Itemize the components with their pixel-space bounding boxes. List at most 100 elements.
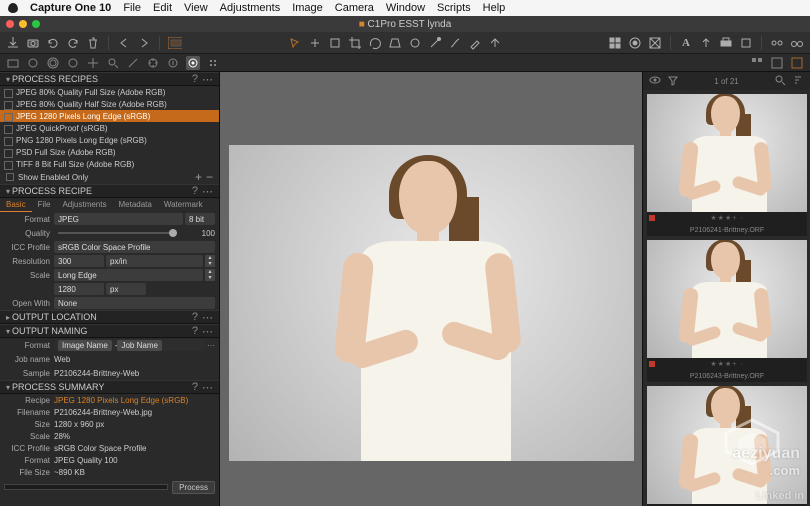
capture-tab-icon[interactable] xyxy=(26,56,40,70)
browser-filter-icon[interactable] xyxy=(667,74,679,88)
recipe-item[interactable]: JPEG QuickProof (sRGB) xyxy=(0,122,219,134)
bitdepth-select[interactable]: 8 bit xyxy=(185,213,215,225)
app-name[interactable]: Capture One 10 xyxy=(30,2,111,14)
recipe-item[interactable]: JPEG 80% Quality Half Size (Adobe RGB) xyxy=(0,98,219,110)
import-icon[interactable] xyxy=(6,36,20,50)
naming-format-field[interactable]: Image Name-Job Name xyxy=(54,339,205,351)
viewer-mode2-icon[interactable] xyxy=(770,56,784,70)
details-tab-icon[interactable] xyxy=(106,56,120,70)
quality-value[interactable]: 100 xyxy=(185,229,215,238)
tab-metadata[interactable]: Metadata xyxy=(112,198,157,212)
menu-file[interactable]: File xyxy=(123,2,141,14)
menu-help[interactable]: Help xyxy=(483,2,506,14)
keystone-tool-icon[interactable] xyxy=(388,36,402,50)
brush-tool-icon[interactable] xyxy=(448,36,462,50)
redo-icon[interactable] xyxy=(137,36,151,50)
menu-window[interactable]: Window xyxy=(386,2,425,14)
browser-search-icon[interactable] xyxy=(774,74,786,88)
loupe-tool-icon[interactable] xyxy=(328,36,342,50)
recipe-help-icon[interactable]: ? xyxy=(192,185,198,197)
apple-icon[interactable] xyxy=(8,3,18,13)
copy-adjust-icon[interactable] xyxy=(488,36,502,50)
grid-view-icon[interactable] xyxy=(608,36,622,50)
proof-view-icon[interactable] xyxy=(648,36,662,50)
batch-tab-icon[interactable] xyxy=(206,56,220,70)
window-controls[interactable] xyxy=(6,20,40,28)
resolution-unit-select[interactable]: px/in xyxy=(106,255,203,267)
browser-eye-icon[interactable] xyxy=(649,74,661,88)
scale-mode-select[interactable]: Long Edge xyxy=(54,269,203,281)
process-recipe-header[interactable]: ▾PROCESS RECIPE?⋯ xyxy=(0,184,219,198)
remove-recipe-icon[interactable]: − xyxy=(206,170,213,184)
glasses-icon[interactable] xyxy=(790,36,804,50)
resolution-stepper[interactable]: ▴▾ xyxy=(205,255,215,267)
scale-stepper[interactable]: ▴▾ xyxy=(205,269,215,281)
library-tab-icon[interactable] xyxy=(6,56,20,70)
thumb-flag-icon[interactable] xyxy=(649,215,655,221)
eyedropper-tool-icon[interactable] xyxy=(468,36,482,50)
format-select[interactable]: JPEG xyxy=(54,213,183,225)
export-icon[interactable] xyxy=(699,36,713,50)
process-button[interactable]: Process xyxy=(172,481,215,494)
quality-slider[interactable] xyxy=(58,232,177,234)
openwith-select[interactable]: None xyxy=(54,297,215,309)
reset-all-icon[interactable] xyxy=(66,36,80,50)
pan-tool-icon[interactable] xyxy=(308,36,322,50)
tab-basic[interactable]: Basic xyxy=(0,198,32,212)
output-naming-header[interactable]: ▾OUTPUT NAMING?⋯ xyxy=(0,324,219,338)
thumbnail-list[interactable]: ★★★+ · P2106241-Brittney.ORF ★★★+ · P210… xyxy=(643,90,810,506)
naming-browse-icon[interactable]: ⋯ xyxy=(207,341,215,350)
recipe-item[interactable]: JPEG 80% Quality Full Size (Adobe RGB) xyxy=(0,86,219,98)
tab-file[interactable]: File xyxy=(32,198,57,212)
tab-adjustments[interactable]: Adjustments xyxy=(56,198,112,212)
reset-icon[interactable] xyxy=(46,36,60,50)
menu-scripts[interactable]: Scripts xyxy=(437,2,471,14)
trash-icon[interactable] xyxy=(86,36,100,50)
minimize-icon[interactable] xyxy=(19,20,27,28)
menu-camera[interactable]: Camera xyxy=(335,2,374,14)
scale-value-input[interactable]: 1280 xyxy=(54,283,104,295)
close-icon[interactable] xyxy=(6,20,14,28)
process-recipes-header[interactable]: ▾PROCESS RECIPES?⋯ xyxy=(0,72,219,86)
output-location-header[interactable]: ▸OUTPUT LOCATION?⋯ xyxy=(0,310,219,324)
thumbnail[interactable]: ★★★+ · P2106241-Brittney.ORF xyxy=(647,94,807,236)
icc-select[interactable]: sRGB Color Space Profile xyxy=(54,241,215,253)
edit-with-icon[interactable] xyxy=(739,36,753,50)
exposure-tab-icon[interactable] xyxy=(86,56,100,70)
thumbnail[interactable]: ★★★+ · P2106243-Brittney.ORF xyxy=(647,240,807,382)
thumbnail-selected[interactable]: ★★★+ · P2106244-Brittney.ORF xyxy=(647,386,807,506)
menu-view[interactable]: View xyxy=(184,2,208,14)
mac-menubar[interactable]: Capture One 10 File Edit View Adjustment… xyxy=(0,0,810,16)
cursor-tool-icon[interactable] xyxy=(288,36,302,50)
viewer-mode3-icon[interactable] xyxy=(790,56,804,70)
local-adjust-icon[interactable] xyxy=(428,36,442,50)
adjustments-tab-icon[interactable] xyxy=(146,56,160,70)
zoom-icon[interactable] xyxy=(32,20,40,28)
viewer-mode1-icon[interactable] xyxy=(750,56,764,70)
recipe-item[interactable]: PSD Full Size (Adobe RGB) xyxy=(0,146,219,158)
workspace-icon[interactable] xyxy=(168,36,182,50)
process-summary-header[interactable]: ▾PROCESS SUMMARY?⋯ xyxy=(0,380,219,394)
recipes-help-icon[interactable]: ? xyxy=(192,73,198,85)
crop-tool-icon[interactable] xyxy=(348,36,362,50)
metadata-tab-icon[interactable] xyxy=(166,56,180,70)
thumb-flag-icon[interactable] xyxy=(649,361,655,367)
recipe-item-selected[interactable]: JPEG 1280 Pixels Long Edge (sRGB) xyxy=(0,110,219,122)
jobname-value[interactable]: Web xyxy=(54,355,70,364)
mask-view-icon[interactable] xyxy=(628,36,642,50)
slideshow-icon[interactable] xyxy=(770,36,784,50)
lens-tab-icon[interactable] xyxy=(46,56,60,70)
recipe-item[interactable]: TIFF 8 Bit Full Size (Adobe RGB) xyxy=(0,158,219,170)
menu-edit[interactable]: Edit xyxy=(153,2,172,14)
color-tab-icon[interactable] xyxy=(66,56,80,70)
thumb-rating[interactable]: ★★★+ · xyxy=(710,214,743,222)
output-tab-icon[interactable] xyxy=(186,56,200,70)
scale-unit-select[interactable]: px xyxy=(106,283,146,295)
browser-sort-icon[interactable] xyxy=(792,74,804,88)
tab-watermark[interactable]: Watermark xyxy=(158,198,209,212)
recipe-item[interactable]: PNG 1280 Pixels Long Edge (sRGB) xyxy=(0,134,219,146)
localadj-tab-icon[interactable] xyxy=(126,56,140,70)
recipes-menu-icon[interactable]: ⋯ xyxy=(202,73,213,86)
menu-adjustments[interactable]: Adjustments xyxy=(220,2,281,14)
rotate-tool-icon[interactable] xyxy=(368,36,382,50)
